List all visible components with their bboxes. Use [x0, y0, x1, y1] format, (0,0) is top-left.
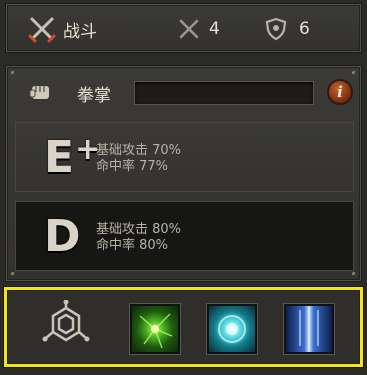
- combat-category-label: 战斗: [63, 21, 97, 42]
- rivet: [352, 71, 356, 75]
- accuracy-stat: 命中率 77%: [96, 159, 169, 174]
- info-button[interactable]: i: [327, 79, 353, 105]
- grade-row-e-plus: E+ 基础攻击 70% 命中率 77%: [15, 122, 354, 192]
- skill-panel: 拳掌 i E+ 基础攻击 70% 命中率 77% D 基础攻击 80% 命中率 …: [6, 66, 361, 281]
- shield-icon: [265, 17, 287, 41]
- base-attack-stat: 基础攻击 80%: [96, 222, 182, 237]
- accuracy-stat: 命中率 80%: [96, 238, 169, 253]
- cyan-orb-skill[interactable]: [206, 303, 258, 355]
- combat-header-bar: 战斗 4 6: [6, 4, 361, 52]
- skill-name: 拳掌: [77, 86, 111, 106]
- grade-letter: E+: [44, 132, 101, 183]
- grade-row-d: D 基础攻击 80% 命中率 80%: [15, 201, 354, 271]
- fist-icon: [29, 86, 49, 99]
- crossed-blades-icon: [179, 19, 199, 39]
- skill-slot-bar: [4, 287, 363, 367]
- rivet: [11, 272, 15, 276]
- skill-progress-bar: [134, 81, 314, 105]
- defense-stat: 6: [265, 5, 310, 53]
- crossed-swords-icon: [28, 17, 56, 43]
- blue-light-skill[interactable]: [283, 303, 335, 355]
- green-energy-swirl: [139, 313, 173, 349]
- cyan-orb: [218, 315, 246, 343]
- hexagon-emblem-icon[interactable]: [41, 300, 91, 354]
- combat-category[interactable]: 战斗: [27, 5, 97, 53]
- grade-letter: D: [44, 211, 81, 262]
- base-attack-stat: 基础攻击 70%: [96, 143, 182, 158]
- defense-count: 6: [299, 19, 310, 39]
- weapon-stat: 4: [177, 5, 220, 53]
- rivet: [11, 71, 15, 75]
- green-energy-skill[interactable]: [129, 303, 181, 355]
- blue-light-rays: [299, 308, 319, 350]
- info-icon: i: [337, 83, 343, 101]
- rivet: [352, 272, 356, 276]
- weapon-count: 4: [209, 19, 220, 39]
